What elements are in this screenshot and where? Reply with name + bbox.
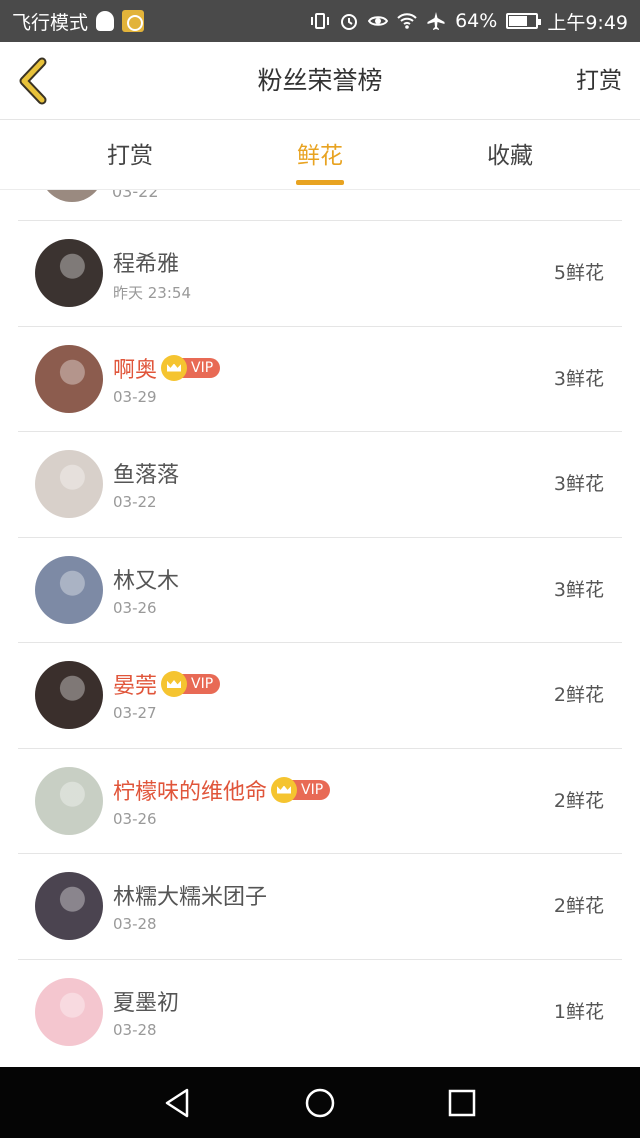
list-item-date: 03-26: [113, 598, 157, 617]
list-item-date: 03-22: [112, 190, 159, 201]
list-item[interactable]: 林又木 03-26 3鲜花: [18, 536, 622, 643]
list-item[interactable]: 林糯大糯米团子 03-28 2鲜花: [18, 853, 622, 959]
page-title: 粉丝荣誉榜: [257, 66, 383, 95]
tab-favorites[interactable]: 收藏: [450, 121, 570, 190]
flower-count: 3鲜花: [553, 473, 604, 495]
list-item[interactable]: 程希雅昨天 23:54 5鲜花: [18, 220, 622, 326]
flower-count: 2鲜花: [553, 789, 604, 812]
name-line: 林糯大糯米团子: [113, 880, 267, 910]
user-name[interactable]: 鱼落落: [113, 457, 179, 489]
name-line: 程希雅: [113, 247, 179, 277]
name-line: 夏墨初: [113, 986, 179, 1016]
avatar[interactable]: [35, 555, 103, 624]
list-item-date: 03-26: [113, 809, 157, 828]
user-name[interactable]: 林糯大糯米团子: [113, 879, 267, 911]
airplane-icon: [427, 12, 445, 30]
clock: 上午9:49: [547, 11, 628, 34]
name-line: 啊奥 VIP: [113, 352, 221, 384]
vibrate-icon: [311, 13, 330, 29]
list-rows: 程希雅 昨天 23:54 5鲜花 啊奥 VIP 03-29 3鲜花 鱼落落 03-22 3鲜花 林又…: [0, 220, 640, 1064]
flower-count: 2鲜花: [553, 684, 604, 706]
flower-count: 3鲜花: [553, 578, 604, 601]
list-item-date: 03-29: [113, 387, 157, 406]
user-name[interactable]: 啊奥: [113, 352, 157, 384]
crown-icon: [271, 776, 298, 803]
avatar[interactable]: [35, 977, 103, 1046]
avatar: [40, 190, 104, 202]
home-circle-icon[interactable]: [303, 1086, 337, 1120]
list-item[interactable]: 柠檬味的维他命 VIP 03-26 2鲜花: [18, 747, 622, 854]
avatar[interactable]: [35, 450, 103, 518]
list-item-date: 03-28: [113, 1020, 157, 1039]
system-navigation-bar: [0, 1067, 640, 1138]
battery-percent: 64%: [455, 10, 498, 32]
avatar[interactable]: [35, 872, 103, 940]
user-name[interactable]: 柠檬味的维他命: [113, 774, 267, 806]
flower-count: 3鲜花: [553, 367, 604, 390]
avatar[interactable]: [35, 239, 103, 307]
qq-notification-icon: [96, 11, 115, 31]
reward-action-button[interactable]: 打赏: [576, 42, 622, 120]
recents-square-icon[interactable]: [445, 1086, 479, 1120]
battery-icon: [506, 13, 542, 29]
active-tab-indicator: [296, 180, 344, 185]
title-bar: 粉丝荣誉榜 打赏: [0, 42, 640, 120]
avatar[interactable]: [35, 344, 103, 413]
list-item[interactable]: 鱼落落 03-22 3鲜花: [18, 431, 622, 537]
vip-badge: VIP: [271, 776, 331, 803]
app-screen: 飞行模式 64% 上午9:49 粉丝荣誉榜 打赏 打赏 鲜花 收藏 03-22 …: [0, 0, 640, 1138]
status-bar: 飞行模式 64% 上午9:49: [0, 0, 640, 42]
back-triangle-icon[interactable]: [161, 1086, 195, 1120]
name-line: 晏莞 VIP: [113, 668, 221, 700]
list-item[interactable]: 啊奥 VIP 03-29 3鲜花: [18, 325, 622, 432]
name-line: 林又木: [113, 564, 179, 594]
user-name[interactable]: 林又木: [113, 563, 179, 595]
name-line: 柠檬味的维他命 VIP: [113, 774, 331, 806]
alarm-icon: [341, 14, 358, 30]
fan-list[interactable]: 03-22 程希雅 昨天 23:54 5鲜花 啊奥 VIP 03-29 3鲜花 鱼落落 03-2…: [0, 190, 640, 1067]
user-name[interactable]: 夏墨初: [113, 985, 179, 1017]
eye-icon: [368, 16, 389, 26]
user-name[interactable]: 晏莞: [113, 668, 157, 700]
tab-reward[interactable]: 打赏: [70, 121, 190, 190]
vip-badge: VIP: [161, 354, 221, 381]
flower-count: 1鲜花: [553, 1000, 604, 1023]
flower-count: 2鲜花: [553, 895, 604, 917]
user-name[interactable]: 程希雅: [113, 246, 179, 278]
vip-badge: VIP: [161, 671, 221, 697]
avatar[interactable]: [35, 766, 103, 835]
list-item[interactable]: 晏莞 VIP 03-27 2鲜花: [18, 642, 622, 748]
status-left: 飞行模式: [12, 8, 145, 35]
list-item-date: 03-27: [113, 704, 157, 722]
list-item-date: 03-22: [113, 493, 157, 511]
wifi-icon: [397, 13, 417, 29]
battery-level-fill: [509, 16, 528, 26]
list-item[interactable]: 夏墨初 03-28 1鲜花: [18, 958, 622, 1065]
name-line: 鱼落落: [113, 458, 179, 488]
crown-icon: [161, 671, 188, 697]
list-item-date: 昨天 23:54: [113, 284, 191, 302]
flower-count: 5鲜花: [553, 262, 604, 284]
airplane-mode-text: 飞行模式: [12, 11, 89, 34]
status-right: 64% 上午9:49: [310, 8, 628, 35]
app-notification-icon: [122, 10, 145, 32]
list-item-date: 03-28: [113, 915, 157, 933]
crown-icon: [161, 354, 188, 381]
avatar[interactable]: [35, 661, 103, 729]
